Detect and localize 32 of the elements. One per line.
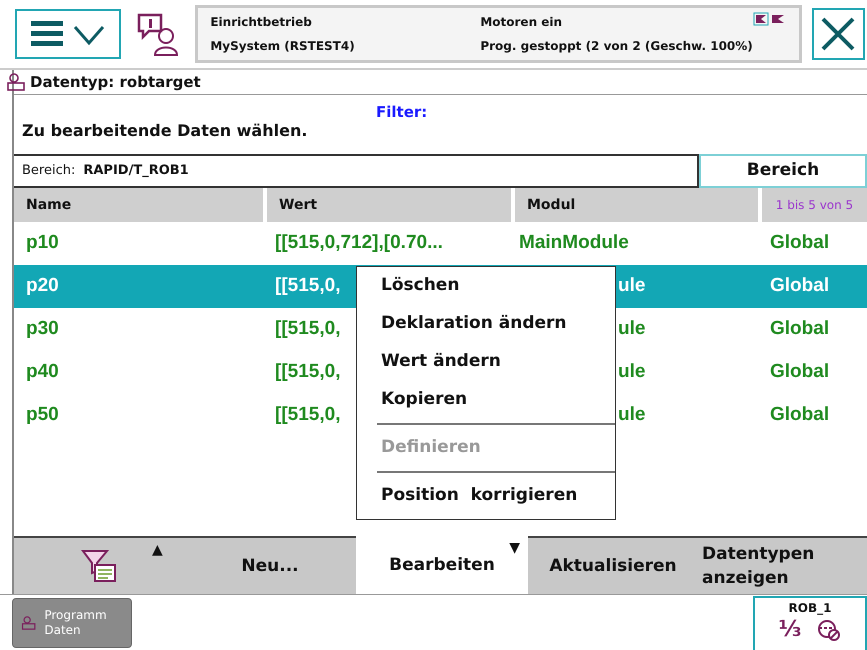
table-cell: Global [770,318,830,340]
row-count: 1 bis 5 von 5 [774,197,854,214]
table-cell: Global [770,275,830,296]
table-cell: p40 [26,361,59,382]
caret-icon: ▼ [509,536,520,560]
table-cell: [[515,0, [275,361,340,382]
table-cell: Global [770,361,830,382]
table-cell: ule [618,318,646,340]
status-text: Motoren ein [480,14,564,31]
data-type-label: Datentyp: robtarget [30,72,201,93]
table-cell: p10 [26,232,59,254]
table-cell: p50 [26,404,59,426]
table-cell: ule [618,361,646,382]
speed-indicator: ⅓ [778,617,802,643]
table-cell: [[515,0, [275,318,340,340]
table-cell: ule [618,275,646,296]
status-text: Einrichtbetrieb [210,14,313,31]
scope-value: RAPID/T_ROB1 [83,162,189,180]
caret-icon: ▲ [152,538,163,562]
table-cell: Global [770,404,830,426]
table-cell: p30 [26,318,59,340]
status-text: Prog. gestoppt (2 von 2 (Geschw. 100%) [480,38,753,55]
table-cell: [[515,0, [275,275,340,296]
instruction-text: Zu bearbeitende Daten wählen. [22,120,308,142]
status-text: MySystem (RSTEST4) [210,38,356,55]
table-cell: MainModule [519,232,629,254]
table-cell: [[515,0,712],[0.70... [275,232,443,254]
scope-label: Bereich: [22,162,76,180]
table-cell: [[515,0, [275,404,340,426]
table-cell: ule [618,404,646,426]
table-cell: Global [770,232,830,254]
table-cell: p20 [26,275,59,296]
